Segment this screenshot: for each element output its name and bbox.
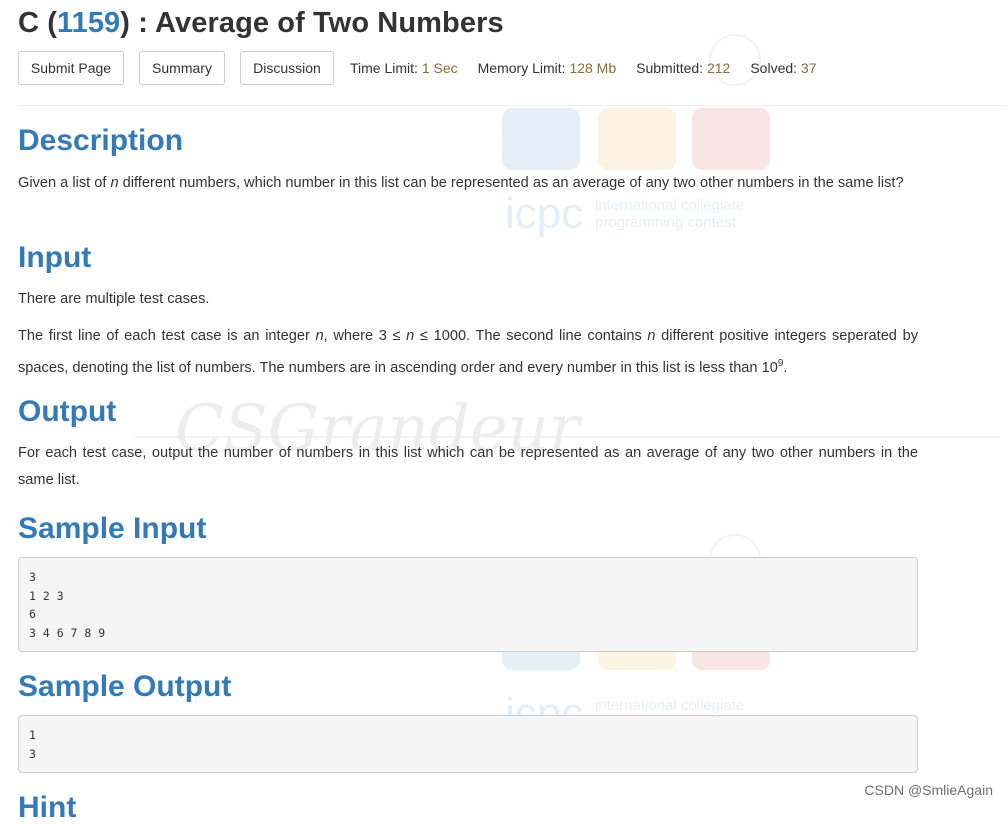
icpc-blue-tile [502, 108, 580, 170]
icpc-red-tile [692, 108, 770, 170]
memory-limit: Memory Limit: 128 Mb [477, 60, 617, 76]
input-text-2: The first line of each test case is an i… [18, 328, 918, 376]
problem-id-link[interactable]: 1159 [57, 7, 120, 39]
svg-text:international collegiate: international collegiate [595, 697, 744, 714]
hint-heading: Hint [18, 791, 77, 824]
input-heading: Input [18, 241, 92, 274]
problem-title: C (1159) : Average of Two Numbers [18, 7, 504, 39]
input-text-1: There are multiple test cases. [18, 291, 210, 307]
discussion-button[interactable]: Discussion [240, 51, 334, 85]
submitted-count: Submitted: 212 [636, 60, 731, 76]
submit-page-button[interactable]: Submit Page [18, 51, 124, 85]
description-text: Given a list of n different numbers, whi… [18, 175, 904, 191]
output-text: For each test case, output the number of… [18, 445, 918, 488]
svg-text:programming contest: programming contest [595, 214, 737, 231]
sample-input-box[interactable]: 3 1 2 3 6 3 4 6 7 8 9 [18, 557, 918, 652]
header-divider [18, 105, 1007, 106]
sample-input-code: 3 1 2 3 6 3 4 6 7 8 9 [29, 570, 106, 641]
summary-button[interactable]: Summary [139, 51, 225, 85]
sample-output-heading: Sample Output [18, 670, 232, 703]
icpc-gold-tile [598, 108, 676, 170]
time-limit: Time Limit: 1 Sec [350, 60, 458, 76]
svg-text:international collegiate: international collegiate [595, 197, 744, 214]
problem-toolbar: Submit Page Summary Discussion Time Limi… [18, 51, 836, 85]
csdn-watermark-text: CSDN @SmlieAgain [864, 782, 993, 798]
solved-count: Solved: 37 [750, 60, 817, 76]
sample-output-code: 1 3 [29, 728, 36, 761]
description-heading: Description [18, 124, 184, 157]
sample-output-box[interactable]: 1 3 [18, 715, 918, 773]
sample-input-heading: Sample Input [18, 512, 207, 545]
output-heading: Output [18, 395, 117, 428]
